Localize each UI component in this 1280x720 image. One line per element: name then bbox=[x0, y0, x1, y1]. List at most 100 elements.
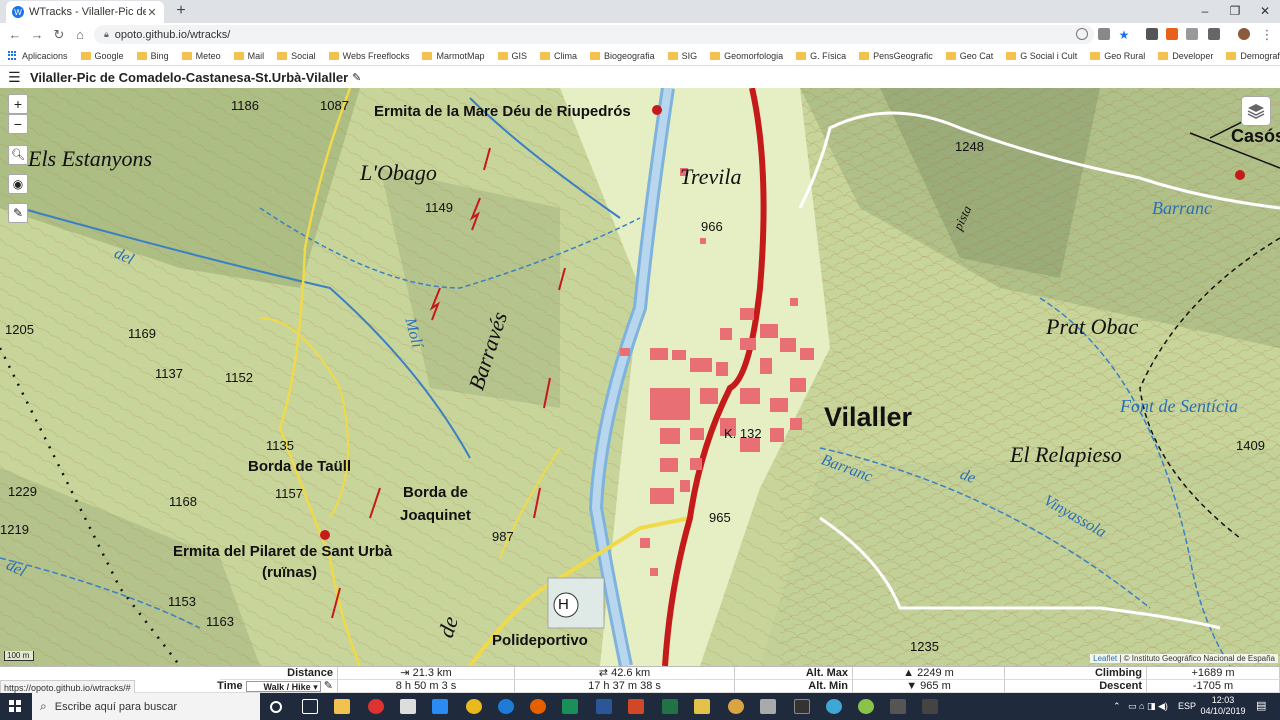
extension-icon[interactable] bbox=[1166, 28, 1178, 40]
bookmark-label: Geo Cat bbox=[959, 50, 994, 61]
mail-icon[interactable] bbox=[400, 699, 416, 714]
bookmark-item[interactable]: G Social i Cult bbox=[1006, 51, 1077, 61]
descent-label: Descent bbox=[1005, 680, 1147, 693]
layers-icon[interactable] bbox=[1241, 96, 1271, 126]
address-bar[interactable]: 🔒︎ opoto.github.io/wtracks/ bbox=[94, 25, 1094, 44]
forward-arrow-icon[interactable]: → bbox=[28, 26, 46, 44]
bookmark-item[interactable]: Google bbox=[80, 51, 124, 61]
menu-dots-icon[interactable]: ⋮ bbox=[1258, 26, 1276, 44]
folder-icon bbox=[1226, 51, 1237, 60]
browser-tab[interactable]: W WTracks - Vilaller-Pic de Comadelo ✕ bbox=[6, 1, 164, 23]
search-icon[interactable]: 🔍︎ bbox=[8, 145, 28, 165]
firefox-icon[interactable] bbox=[530, 699, 546, 714]
tray-chevron-icon[interactable]: ⌃ bbox=[1113, 693, 1121, 720]
app-icon[interactable] bbox=[826, 699, 842, 714]
bookmark-item[interactable]: G. Física bbox=[796, 51, 846, 61]
bookmark-star-icon[interactable]: ★ bbox=[1115, 26, 1133, 44]
zoom-out-button[interactable]: − bbox=[8, 114, 28, 134]
locate-icon[interactable]: ◉ bbox=[8, 174, 28, 194]
app-icon[interactable] bbox=[760, 699, 776, 714]
bookmark-item[interactable]: GIS bbox=[497, 50, 528, 61]
home-icon[interactable]: ⌂ bbox=[71, 26, 89, 44]
hamburger-menu-icon[interactable]: ☰ bbox=[8, 69, 22, 86]
extension-icon[interactable] bbox=[1208, 28, 1220, 40]
taskbar-clock[interactable]: 12:03 04/10/2019 bbox=[1198, 695, 1248, 717]
track-title[interactable]: Vilaller-Pic de Comadelo-Castanesa-St.Ur… bbox=[30, 70, 348, 85]
map-label-barranc: Barranc bbox=[1152, 198, 1212, 218]
bookmark-item[interactable]: Meteo bbox=[181, 51, 221, 61]
app-icon[interactable] bbox=[694, 699, 710, 714]
folder-icon bbox=[422, 51, 433, 60]
notifications-icon[interactable]: ▤ bbox=[1256, 693, 1266, 720]
new-tab-button[interactable]: + bbox=[172, 2, 190, 20]
folder-icon bbox=[233, 51, 244, 60]
map-label-obago: L'Obago bbox=[360, 160, 437, 185]
powerpoint-icon[interactable] bbox=[628, 699, 644, 714]
topographic-map[interactable]: + − 🔍︎ ◉ ✎ Els Estanyons L'Obago Ermita … bbox=[0, 88, 1280, 666]
alt-max-value: ▲ 2249 m bbox=[853, 667, 1005, 680]
back-arrow-icon[interactable]: ← bbox=[6, 26, 24, 44]
edge-icon[interactable] bbox=[498, 699, 514, 714]
cortana-icon[interactable] bbox=[270, 701, 282, 713]
bookmark-item[interactable]: Geomorfologia bbox=[710, 51, 783, 61]
leaflet-link[interactable]: Leaflet bbox=[1093, 654, 1117, 663]
app-icon[interactable] bbox=[794, 699, 810, 714]
translate-icon[interactable] bbox=[1098, 28, 1110, 40]
profile-avatar[interactable] bbox=[1238, 28, 1250, 40]
attribution-text: | © Instituto Geográfico Nacional de Esp… bbox=[1117, 654, 1275, 663]
excel-icon[interactable] bbox=[662, 699, 678, 714]
elevation-label: 1087 bbox=[320, 98, 349, 113]
chrome-icon[interactable] bbox=[466, 699, 482, 714]
time-round-trip: 17 h 37 m 38 s bbox=[515, 680, 735, 693]
maps-icon[interactable] bbox=[562, 699, 578, 714]
app-icon[interactable] bbox=[922, 699, 938, 714]
elevation-label: 966 bbox=[701, 219, 723, 234]
tray-icons[interactable]: ▭ ⌂ ◨ ◀) bbox=[1128, 693, 1168, 720]
bookmark-label: GIS bbox=[511, 50, 528, 61]
folder-icon bbox=[1158, 51, 1169, 60]
activity-select[interactable]: Walk / Hike ▾ bbox=[245, 680, 321, 692]
bookmark-item[interactable]: Aplicacions bbox=[8, 50, 68, 61]
close-window-button[interactable]: ✕ bbox=[1250, 0, 1280, 22]
bookmark-item[interactable]: Developer bbox=[1158, 51, 1213, 61]
map-label-caso: Casós bbox=[1231, 126, 1280, 146]
bookmark-item[interactable]: Biogeografia bbox=[590, 51, 655, 61]
extension-icon[interactable] bbox=[1146, 28, 1158, 40]
zoom-in-button[interactable]: + bbox=[8, 94, 28, 114]
bookmark-item[interactable]: MarmotMap bbox=[422, 51, 485, 61]
bookmark-item[interactable]: SIG bbox=[667, 51, 697, 61]
edit-pencil-icon[interactable]: ✎ bbox=[352, 71, 361, 84]
word-icon[interactable] bbox=[596, 699, 612, 714]
bookmark-item[interactable]: Clima bbox=[540, 51, 577, 61]
tab-close-icon[interactable]: ✕ bbox=[146, 6, 158, 19]
bookmark-item[interactable]: Geo Rural bbox=[1090, 51, 1145, 61]
extension-icon[interactable] bbox=[1076, 28, 1088, 40]
task-view-icon[interactable] bbox=[302, 699, 318, 714]
bookmark-item[interactable]: Demografia bbox=[1226, 51, 1280, 61]
reload-icon[interactable]: ↻ bbox=[50, 26, 68, 44]
windows-start-icon[interactable] bbox=[9, 700, 21, 712]
minimize-button[interactable]: – bbox=[1190, 0, 1220, 22]
bookmark-item[interactable]: Bing bbox=[136, 51, 169, 61]
elevation-label: 1152 bbox=[225, 370, 253, 385]
map-label-trevila: Trevila bbox=[680, 164, 742, 189]
store-icon[interactable] bbox=[432, 699, 448, 714]
taskbar-search-box[interactable]: ⌕ Escribe aquí para buscar bbox=[32, 693, 260, 720]
bookmark-item[interactable]: Social bbox=[277, 51, 316, 61]
app-icon[interactable] bbox=[728, 699, 744, 714]
bookmark-item[interactable]: PensGeografic bbox=[859, 51, 933, 61]
map-label-borda-joaquinet: Joaquinet bbox=[400, 507, 471, 524]
bookmark-item[interactable]: Webs Freeflocks bbox=[328, 51, 409, 61]
app-icon[interactable] bbox=[890, 699, 906, 714]
qgis-icon[interactable] bbox=[858, 699, 874, 714]
bookmark-item[interactable]: Mail bbox=[233, 51, 264, 61]
app-icon[interactable] bbox=[368, 699, 384, 714]
maximize-button[interactable]: ❐ bbox=[1220, 0, 1250, 22]
edit-pencil-icon[interactable]: ✎ bbox=[8, 203, 28, 223]
edit-pencil-icon[interactable]: ✎ bbox=[324, 680, 333, 692]
extension-icon[interactable] bbox=[1186, 28, 1198, 40]
bookmark-item[interactable]: Geo Cat bbox=[945, 50, 994, 61]
language-indicator[interactable]: ESP bbox=[1178, 693, 1196, 720]
folder-icon bbox=[1006, 51, 1017, 60]
file-explorer-icon[interactable] bbox=[334, 699, 350, 714]
